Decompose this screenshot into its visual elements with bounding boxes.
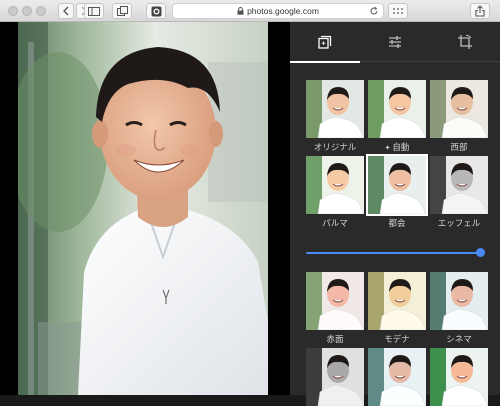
minimize-window-button[interactable] bbox=[22, 6, 32, 16]
portrait-image bbox=[18, 22, 268, 395]
filter-preview-image bbox=[306, 348, 364, 406]
tab-filters[interactable] bbox=[290, 22, 360, 63]
photo-canvas bbox=[0, 22, 290, 395]
sidebar-icon bbox=[88, 6, 100, 16]
filter-preview-image bbox=[368, 272, 426, 330]
filter-label: エッフェル bbox=[428, 217, 490, 229]
sidebar-button[interactable] bbox=[84, 3, 104, 19]
photo-filter-icon bbox=[318, 35, 332, 49]
chevron-left-icon bbox=[63, 6, 69, 16]
filter-preview-image bbox=[430, 80, 488, 138]
filter-thumbnail-auto[interactable] bbox=[368, 80, 426, 138]
address-bar[interactable]: photos.google.com bbox=[172, 3, 384, 19]
filter-preview-image bbox=[368, 80, 426, 138]
edit-tabs bbox=[290, 22, 500, 63]
tab-crop[interactable] bbox=[430, 22, 500, 62]
edited-photo bbox=[18, 22, 268, 395]
filter-preview-image bbox=[430, 156, 488, 214]
filter-preview-image bbox=[306, 272, 364, 330]
sliders-icon bbox=[389, 36, 401, 48]
filter-preview-image bbox=[430, 348, 488, 406]
filter-thumbnail-modena[interactable] bbox=[368, 272, 426, 330]
lock-icon bbox=[237, 7, 244, 15]
filter-thumbnail-mono[interactable] bbox=[306, 348, 364, 406]
tabs-overview-button[interactable] bbox=[112, 3, 132, 19]
intensity-slider-track[interactable] bbox=[306, 252, 484, 254]
zoom-window-button[interactable] bbox=[36, 6, 46, 16]
share-button[interactable] bbox=[470, 3, 490, 19]
filter-thumbnail-cinema[interactable] bbox=[430, 272, 488, 330]
filter-label-text: エッフェル bbox=[437, 218, 481, 228]
filter-thumbnail-eiffel[interactable] bbox=[430, 156, 488, 214]
filter-label: モデナ bbox=[366, 333, 428, 345]
filter-preview-image bbox=[368, 348, 426, 406]
intensity-slider-handle[interactable] bbox=[475, 248, 485, 257]
filter-preview-image bbox=[306, 156, 364, 214]
filter-label-text: 都会 bbox=[388, 218, 406, 228]
filter-thumbnail-metro[interactable] bbox=[366, 154, 428, 216]
filter-label-text: モデナ bbox=[384, 334, 410, 344]
filter-label-text: 赤面 bbox=[326, 334, 344, 344]
more-button[interactable] bbox=[388, 3, 408, 19]
filter-label: ✦ 自動 bbox=[366, 141, 428, 153]
filter-thumbnail-vivid[interactable] bbox=[430, 348, 488, 406]
filter-preview-image bbox=[368, 156, 426, 214]
filter-label-text: 西部 bbox=[450, 142, 468, 152]
filter-thumbnail-blush[interactable] bbox=[306, 272, 364, 330]
filter-preview-image bbox=[306, 80, 364, 138]
back-button[interactable] bbox=[58, 3, 74, 19]
filter-thumbnail-palma[interactable] bbox=[306, 156, 364, 214]
extension-button[interactable] bbox=[146, 3, 166, 19]
filter-preview-image bbox=[430, 272, 488, 330]
share-icon bbox=[475, 5, 485, 17]
filter-thumbnail-cool[interactable] bbox=[368, 348, 426, 406]
filter-label-text: シネマ bbox=[446, 334, 472, 344]
filter-label: 赤面 bbox=[304, 333, 366, 345]
extension-icon bbox=[151, 6, 161, 16]
filter-label: シネマ bbox=[428, 333, 490, 345]
filter-label: パルマ bbox=[304, 217, 366, 229]
filter-label: 都会 bbox=[366, 217, 428, 229]
filter-label-text: パルマ bbox=[322, 218, 348, 228]
tabs-icon bbox=[116, 6, 128, 16]
edit-panel: オリジナル ✦ 自動 西部パルマ 都会 エッフェル赤面 モデナ シネマ bbox=[290, 22, 500, 406]
filter-label-text: 自動 bbox=[392, 142, 410, 152]
filter-label: オリジナル bbox=[304, 141, 366, 153]
browser-toolbar: photos.google.com bbox=[0, 0, 500, 22]
filter-label: 西部 bbox=[428, 141, 490, 153]
filter-thumbnail-original[interactable] bbox=[306, 80, 364, 138]
reload-icon[interactable] bbox=[369, 6, 379, 16]
filter-label-text: オリジナル bbox=[313, 142, 357, 152]
close-window-button[interactable] bbox=[8, 6, 18, 16]
grid-dots-icon bbox=[393, 8, 403, 14]
filter-thumbnail-west[interactable] bbox=[430, 80, 488, 138]
crop-rotate-icon bbox=[458, 34, 472, 49]
url-text: photos.google.com bbox=[247, 6, 319, 16]
tab-adjust[interactable] bbox=[360, 22, 430, 62]
